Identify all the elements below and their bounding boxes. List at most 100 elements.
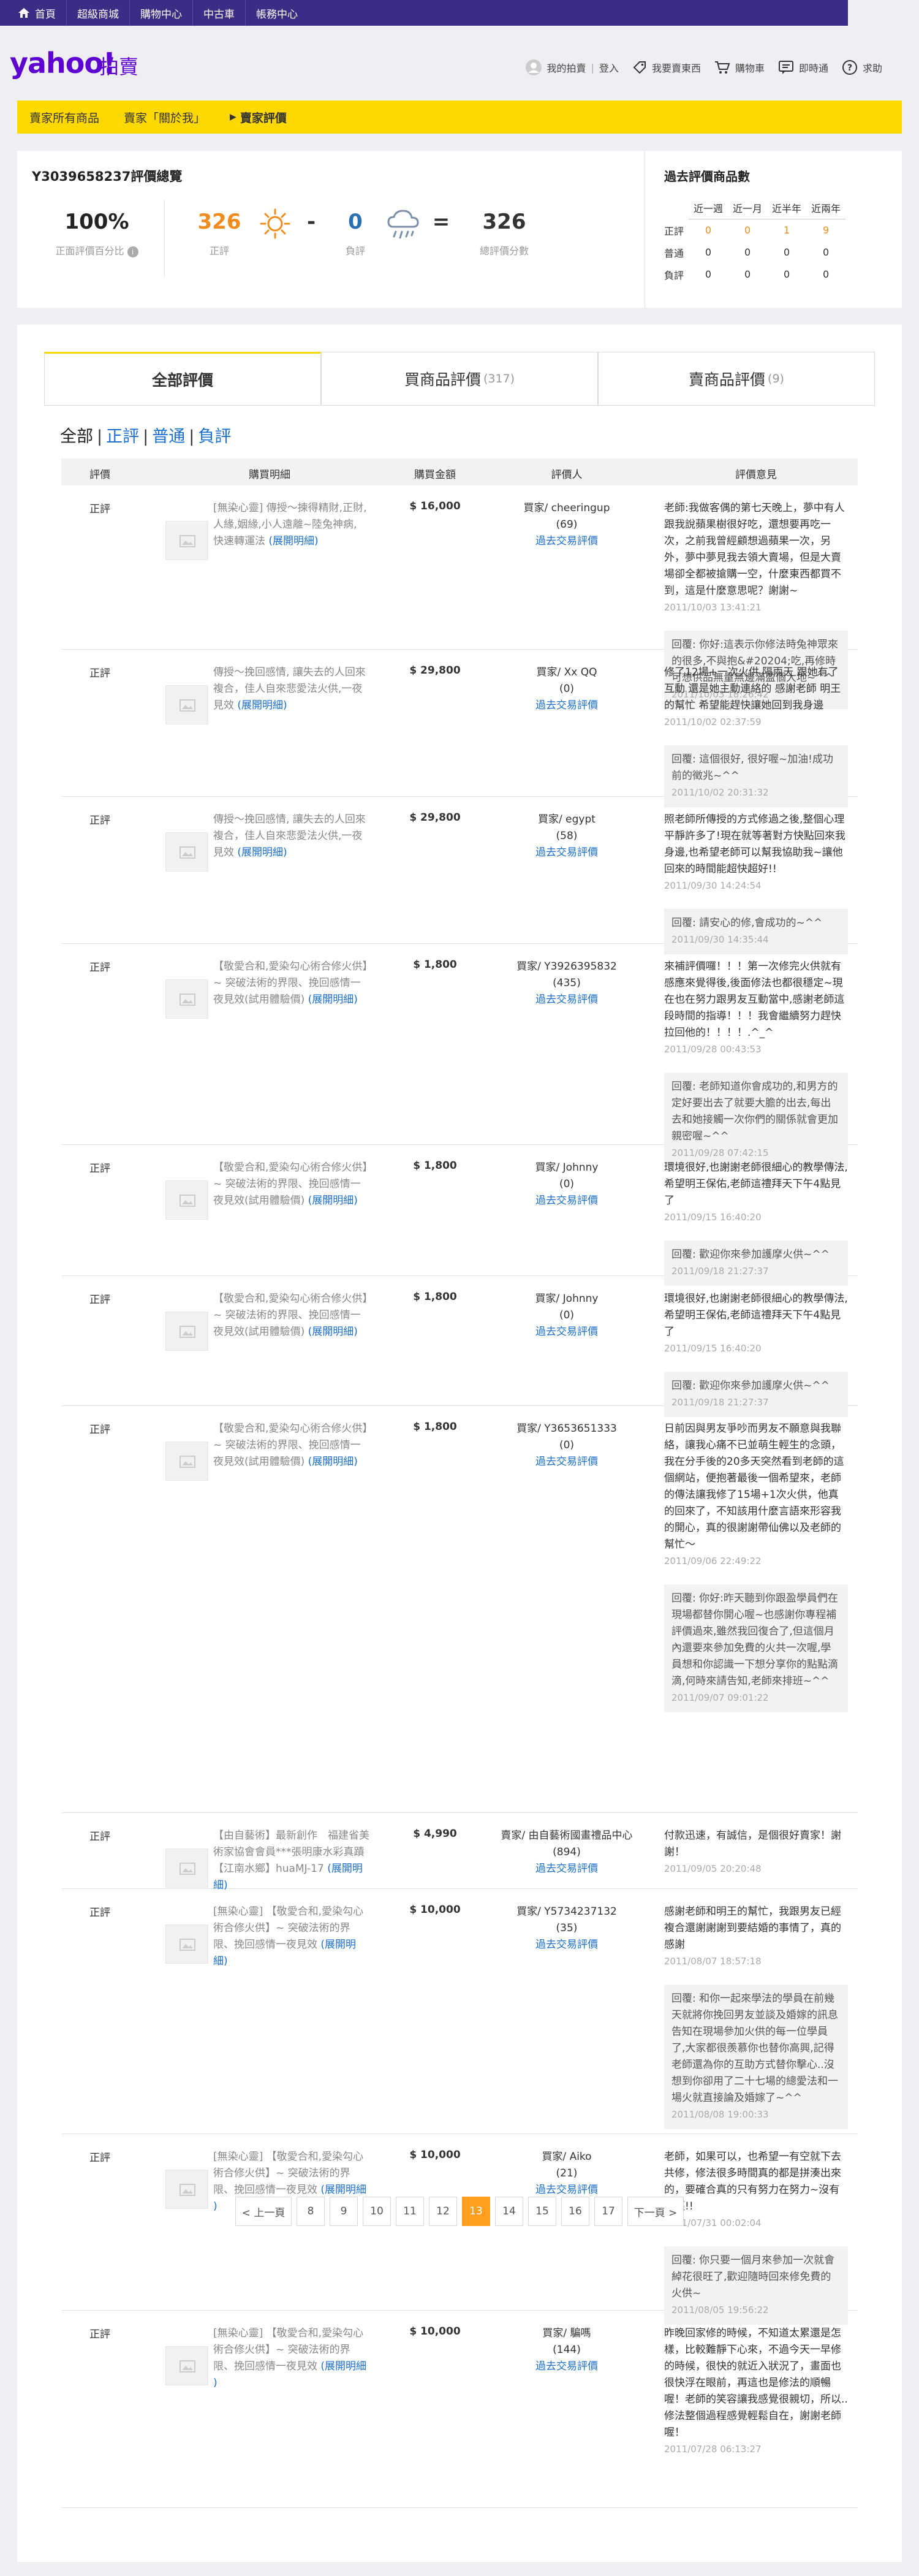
item-thumbnail[interactable]	[165, 979, 208, 1019]
past-transactions-link[interactable]: 過去交易評價	[496, 1324, 637, 1340]
auction-logo-text[interactable]: 拍賣	[99, 51, 138, 80]
page-button-14[interactable]: 14	[495, 2197, 523, 2226]
past-transactions-link[interactable]: 過去交易評價	[496, 1454, 637, 1470]
rater-score: (0)	[559, 1309, 575, 1321]
past-transactions-link[interactable]: 過去交易評價	[496, 697, 637, 714]
user-avatar-icon	[525, 59, 542, 75]
cart-link[interactable]: 購物車	[714, 60, 765, 75]
site-header: yahoo! 拍賣 我的拍賣 | 登入 我要賣東西 購物車 即時通 ? 求助	[0, 26, 919, 101]
past-transactions-link[interactable]: 過去交易評價	[496, 992, 637, 1008]
item-thumbnail[interactable]	[165, 1180, 208, 1220]
page-button-12[interactable]: 12	[429, 2197, 457, 2226]
filter-all[interactable]: 全部	[60, 427, 93, 446]
image-placeholder-icon	[180, 1326, 195, 1338]
page-button-8[interactable]: 8	[297, 2197, 325, 2226]
rater-name[interactable]: 賣家/ 由自藝術國畫禮品中心	[496, 1828, 637, 1844]
rater-score: (144)	[553, 2344, 581, 2356]
rater-name[interactable]: 買家/ Aiko	[496, 2149, 637, 2165]
past-transactions-link[interactable]: 過去交易評價	[496, 1193, 637, 1209]
login-link[interactable]: 登入	[599, 60, 619, 75]
rater-name[interactable]: 買家/ Johnny	[496, 1160, 637, 1176]
topnav-mall[interactable]: 超級商城	[66, 0, 129, 26]
topnav-used-car[interactable]: 中古車	[192, 0, 245, 26]
comment-timestamp: 2011/09/15 16:40:20	[664, 1212, 762, 1223]
rater-name[interactable]: 買家/ egypt	[496, 811, 637, 828]
tab-buyer-ratings-count: (317)	[483, 372, 515, 386]
summary-title: Y3039658237評價總覽	[32, 169, 183, 184]
image-placeholder-icon	[180, 2184, 195, 2196]
topnav-shopping-center[interactable]: 購物中心	[129, 0, 192, 26]
my-auction-label: 我的拍賣	[546, 63, 586, 74]
item-thumbnail[interactable]	[165, 1848, 208, 1888]
rater-name[interactable]: 買家/ Y3926395832	[496, 959, 637, 975]
sell-link[interactable]: 我要賣東西	[632, 60, 701, 75]
breadcrumb-all-items[interactable]: 賣家所有商品	[17, 101, 112, 134]
page-button-11[interactable]: 11	[396, 2197, 424, 2226]
page-button-10[interactable]: 10	[363, 2197, 391, 2226]
cart-label: 購物車	[735, 63, 765, 74]
filter-neutral[interactable]: 普通	[152, 427, 185, 446]
my-auction-link[interactable]: 我的拍賣 | 登入	[525, 59, 619, 76]
messenger-link[interactable]: 即時通	[778, 60, 828, 75]
expand-detail-link-tail[interactable]: )	[213, 2377, 217, 2389]
rater-name[interactable]: 買家/ Y5734237132	[496, 1904, 637, 1920]
item-thumbnail[interactable]	[165, 1312, 208, 1351]
item-thumbnail[interactable]	[165, 2346, 208, 2385]
page-button-17[interactable]: 17	[594, 2197, 622, 2226]
expand-detail-link[interactable]: (展開明細)	[308, 1456, 358, 1468]
item-title[interactable]: 傳授～挽回感情, 讓失去的人回來複合，佳人自來悲愛法火供,一夜見效	[213, 813, 366, 859]
rater-info: 賣家/ 由自藝術國畫禮品中心 (894) 過去交易評價	[496, 1828, 637, 1877]
expand-detail-link[interactable]: (展開明細)	[268, 535, 318, 547]
topnav-home[interactable]: 首頁	[7, 0, 66, 26]
item-title[interactable]: 傳授～挽回感情, 讓失去的人回來複合，佳人自來悲愛法火供,一夜見效	[213, 666, 366, 712]
header-separator: |	[591, 61, 594, 74]
breadcrumb-about-seller[interactable]: 賣家「關於我」	[112, 101, 217, 134]
rating-type: 正評	[89, 2328, 110, 2341]
page-button-13[interactable]: 13	[462, 2197, 490, 2226]
expand-detail-link[interactable]: (展開明細	[320, 2360, 366, 2373]
past-cell: 0	[783, 246, 790, 258]
rating-filters: 全部 | 正評 | 普通 | 負評	[60, 423, 231, 447]
past-transactions-link[interactable]: 過去交易評價	[496, 533, 637, 550]
item-thumbnail[interactable]	[165, 1924, 208, 1964]
item-thumbnail[interactable]	[165, 832, 208, 872]
breadcrumb-seller-rating[interactable]: ▶ 賣家評價	[217, 101, 299, 134]
tab-seller-ratings[interactable]: 賣商品評價 (9)	[598, 352, 875, 405]
page-button-16[interactable]: 16	[561, 2197, 589, 2226]
page-button-15[interactable]: 15	[528, 2197, 556, 2226]
expand-detail-link[interactable]: (展開明細	[320, 2184, 366, 2196]
expand-detail-link[interactable]: (展開明細)	[237, 699, 287, 712]
past-transactions-link[interactable]: 過去交易評價	[496, 1861, 637, 1877]
rater-info: 買家/ Y5734237132 (35) 過去交易評價	[496, 1904, 637, 1953]
expand-detail-link[interactable]: (展開明細)	[308, 1326, 358, 1338]
rater-name[interactable]: 買家/ Y3653651333	[496, 1421, 637, 1437]
past-cell: 1	[783, 224, 790, 237]
topnav-billing[interactable]: 帳務中心	[245, 0, 308, 26]
tab-all-ratings[interactable]: 全部評價	[44, 352, 321, 405]
expand-detail-link[interactable]: (展開明細)	[237, 846, 287, 859]
expand-detail-link[interactable]: (展開明細)	[308, 1195, 358, 1207]
past-transactions-link[interactable]: 過去交易評價	[496, 2358, 637, 2375]
past-transactions-link[interactable]: 過去交易評價	[496, 845, 637, 861]
rater-name[interactable]: 買家/ Johnny	[496, 1291, 637, 1307]
filter-negative[interactable]: 負評	[198, 427, 231, 446]
page-button-9[interactable]: 9	[330, 2197, 358, 2226]
prev-page-button[interactable]: < 上一頁	[235, 2197, 292, 2226]
rater-name[interactable]: 買家/ 騙嗎	[496, 2325, 637, 2342]
rater-name[interactable]: 買家/ Xx QQ	[496, 664, 637, 681]
help-link[interactable]: ? 求助	[842, 59, 882, 75]
tab-buyer-ratings[interactable]: 買商品評價 (317)	[321, 352, 598, 405]
past-col-week: 近一週	[689, 197, 728, 219]
rater-name[interactable]: 買家/ cheeringup	[496, 500, 637, 517]
info-icon[interactable]: i	[127, 246, 138, 257]
item-thumbnail[interactable]	[165, 685, 208, 724]
pagination: < 上一頁 8 9 10 11 12 13 14 15 16 17 下一頁 >	[0, 2197, 919, 2226]
filter-positive[interactable]: 正評	[106, 427, 139, 446]
positive-count: 326	[197, 210, 241, 234]
next-page-button[interactable]: 下一頁 >	[627, 2197, 684, 2226]
expand-detail-link[interactable]: (展開明細)	[308, 994, 358, 1006]
item-thumbnail[interactable]	[165, 521, 208, 560]
past-transactions-link[interactable]: 過去交易評價	[496, 2182, 637, 2198]
item-thumbnail[interactable]	[165, 1442, 208, 1481]
past-transactions-link[interactable]: 過去交易評價	[496, 1937, 637, 1953]
